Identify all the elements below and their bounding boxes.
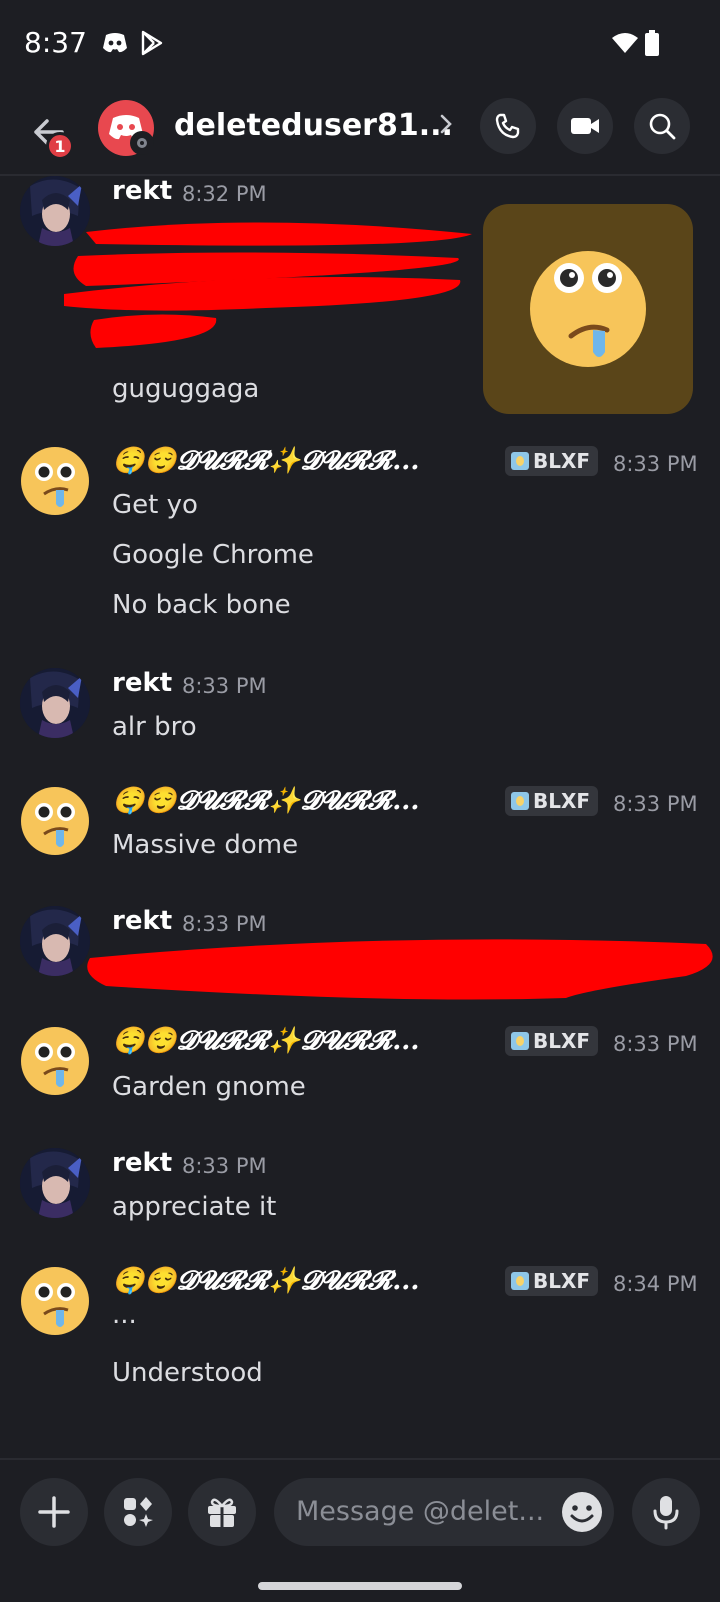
username[interactable]: rekt	[112, 906, 172, 936]
username[interactable]: rekt	[112, 1148, 172, 1178]
timestamp: 8:32 PM	[182, 182, 267, 206]
message-text: Understood	[112, 1358, 263, 1388]
anime-avatar-image	[20, 906, 90, 976]
server-tag[interactable]: BLXF	[505, 1266, 599, 1296]
username[interactable]: rekt	[112, 176, 172, 206]
message-input-placeholder: Message @delet...	[296, 1496, 545, 1527]
user-avatar[interactable]	[20, 446, 90, 516]
sticker-attachment[interactable]	[483, 204, 693, 414]
user-avatar[interactable]	[20, 1148, 90, 1218]
timestamp: 8:34 PM	[613, 1272, 698, 1296]
microphone-icon	[653, 1496, 679, 1530]
username[interactable]: rekt	[112, 668, 172, 698]
message-text: Massive dome	[112, 830, 299, 860]
drooling-face-avatar	[21, 447, 89, 515]
user-avatar[interactable]	[20, 906, 90, 976]
chevron-right-icon[interactable]	[438, 112, 454, 136]
user-avatar[interactable]	[20, 668, 90, 738]
search-button[interactable]	[634, 98, 690, 154]
message-text: No back bone	[112, 590, 291, 620]
server-tag-icon	[511, 792, 529, 810]
drooling-face-avatar	[21, 1267, 89, 1335]
username[interactable]: 🤤😌𝓓𝓤𝓡𝓡✨𝓓𝓤𝓡𝓡...	[112, 1266, 419, 1297]
play-store-icon	[141, 30, 163, 56]
offline-status-indicator	[130, 131, 154, 155]
drooling-face-avatar	[21, 787, 89, 855]
plus-icon	[38, 1496, 70, 1528]
battery-icon	[645, 30, 659, 56]
wifi-icon	[612, 33, 638, 53]
status-time: 8:37	[24, 26, 87, 59]
drooling-face-sticker	[530, 251, 646, 367]
timestamp: 8:33 PM	[182, 912, 267, 936]
status-bar: 8:37	[0, 0, 720, 88]
anime-avatar-image	[20, 1148, 90, 1218]
red-scribble-redaction	[64, 222, 472, 348]
message-text: appreciate it	[112, 1192, 277, 1222]
unread-badge: 1	[46, 132, 74, 160]
timestamp: 8:33 PM	[182, 674, 267, 698]
user-avatar[interactable]	[20, 1266, 90, 1336]
message-text: alr bro	[112, 712, 197, 742]
username[interactable]: 🤤😌𝓓𝓤𝓡𝓡✨𝓓𝓤𝓡𝓡...	[112, 446, 419, 477]
voice-call-button[interactable]	[480, 98, 536, 154]
username[interactable]: 🤤😌𝓓𝓤𝓡𝓡✨𝓓𝓤𝓡𝓡...	[112, 786, 419, 817]
user-avatar[interactable]	[20, 1026, 90, 1096]
message-text: Google Chrome	[112, 540, 314, 570]
gift-button[interactable]	[188, 1478, 256, 1546]
message-text: ...	[112, 1300, 137, 1330]
dm-username[interactable]: deleteduser81...	[174, 108, 453, 143]
apps-button[interactable]	[104, 1478, 172, 1546]
server-tag[interactable]: BLXF	[505, 786, 599, 816]
add-attachment-button[interactable]	[20, 1478, 88, 1546]
user-avatar[interactable]	[20, 786, 90, 856]
timestamp: 8:33 PM	[613, 792, 698, 816]
server-tag-icon	[511, 1032, 529, 1050]
emoji-picker-icon[interactable]	[560, 1490, 604, 1534]
anime-avatar-image	[20, 668, 90, 738]
server-tag-icon	[511, 1272, 529, 1290]
timestamp: 8:33 PM	[613, 1032, 698, 1056]
username[interactable]: 🤤😌𝓓𝓤𝓡𝓡✨𝓓𝓤𝓡𝓡...	[112, 1026, 419, 1057]
timestamp: 8:33 PM	[613, 452, 698, 476]
gift-icon	[208, 1498, 236, 1527]
video-camera-icon	[571, 118, 599, 134]
home-indicator[interactable]	[258, 1582, 462, 1590]
apps-icon	[124, 1497, 153, 1527]
phone-icon	[495, 113, 520, 139]
red-scribble-redaction	[87, 939, 713, 1000]
video-call-button[interactable]	[557, 98, 613, 154]
discord-notification-icon	[103, 33, 127, 53]
search-icon	[649, 113, 676, 140]
message-text: Garden gnome	[112, 1072, 306, 1102]
message-text: Get yo	[112, 490, 198, 520]
message-text: guguggaga	[112, 374, 260, 404]
server-tag[interactable]: BLXF	[505, 1026, 599, 1056]
voice-message-button[interactable]	[632, 1478, 700, 1546]
server-tag-icon	[511, 452, 529, 470]
server-tag[interactable]: BLXF	[505, 446, 599, 476]
timestamp: 8:33 PM	[182, 1154, 267, 1178]
drooling-face-avatar	[21, 1027, 89, 1095]
